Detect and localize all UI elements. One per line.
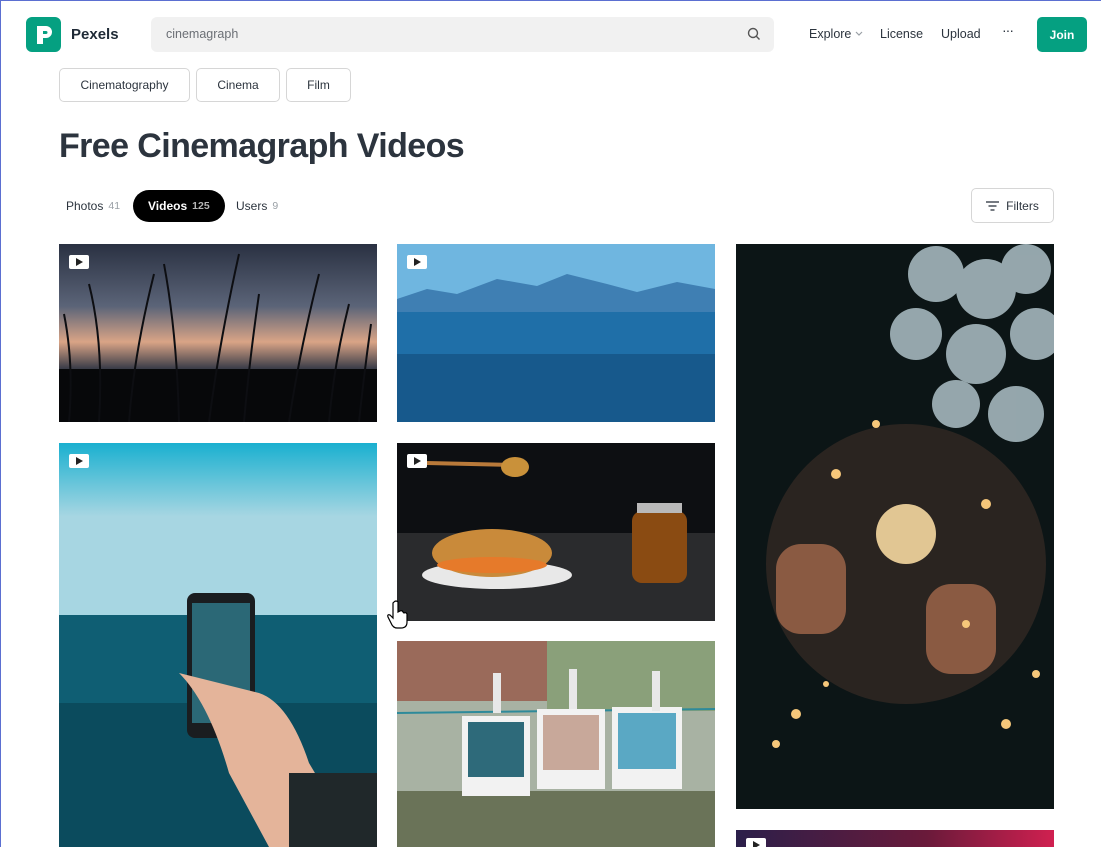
video-tile-grass-sunset[interactable]: [59, 244, 377, 422]
video-badge-icon: [69, 454, 89, 468]
search-bar[interactable]: cinemagraph: [151, 17, 774, 52]
nav-explore[interactable]: Explore: [809, 27, 851, 41]
tab-users-count: 9: [272, 200, 279, 212]
more-menu-icon[interactable]: ···: [1002, 22, 1014, 38]
tab-photos[interactable]: Photos 41: [66, 190, 120, 222]
video-tile-partial[interactable]: [736, 830, 1054, 847]
video-badge-icon: [407, 255, 427, 269]
search-icon[interactable]: [746, 26, 762, 42]
chip-film[interactable]: Film: [286, 68, 351, 102]
filters-button[interactable]: Filters: [971, 188, 1054, 223]
partial-thumbnail: [736, 830, 1054, 847]
tab-photos-label: Photos: [66, 199, 104, 213]
phone-sea-thumbnail: [59, 443, 377, 847]
sparkler-thumbnail: [736, 244, 1054, 809]
tab-videos-count: 125: [192, 200, 210, 212]
video-tile-phone-sea[interactable]: [59, 443, 377, 847]
filter-icon: [986, 200, 1000, 211]
join-button[interactable]: Join: [1037, 17, 1087, 52]
chevron-down-icon[interactable]: [855, 31, 863, 37]
pexels-logo[interactable]: [26, 17, 61, 52]
tab-users-label: Users: [236, 199, 268, 213]
filters-label: Filters: [1006, 198, 1039, 213]
chip-cinematography[interactable]: Cinematography: [59, 68, 190, 102]
hand-cursor-icon: [387, 600, 408, 629]
window-border-top: [0, 0, 1101, 1]
video-badge-icon: [746, 838, 766, 847]
video-tile-lake-mountains[interactable]: [397, 244, 715, 422]
polaroids-thumbnail: [397, 641, 715, 847]
search-input[interactable]: cinemagraph: [166, 27, 238, 41]
brand-name[interactable]: Pexels: [71, 26, 119, 43]
nav-license[interactable]: License: [880, 27, 923, 41]
pexels-logo-icon: [36, 25, 52, 44]
video-tile-polaroids[interactable]: [397, 641, 715, 847]
chip-cinema[interactable]: Cinema: [196, 68, 280, 102]
lake-mountains-thumbnail: [397, 244, 715, 422]
nav-upload[interactable]: Upload: [941, 27, 981, 41]
video-tile-croissant[interactable]: [397, 443, 715, 621]
croissant-thumbnail: [397, 443, 715, 621]
tab-videos-label: Videos: [148, 199, 188, 213]
video-tile-sparkler[interactable]: [736, 244, 1054, 809]
tab-videos[interactable]: Videos 125: [133, 190, 225, 222]
video-badge-icon: [407, 454, 427, 468]
tab-users[interactable]: Users 9: [236, 190, 278, 222]
grass-sunset-thumbnail: [59, 244, 377, 422]
page-title: Free Cinemagraph Videos: [59, 127, 465, 165]
window-border-left: [0, 0, 1, 847]
tab-photos-count: 41: [108, 200, 121, 212]
video-badge-icon: [69, 255, 89, 269]
